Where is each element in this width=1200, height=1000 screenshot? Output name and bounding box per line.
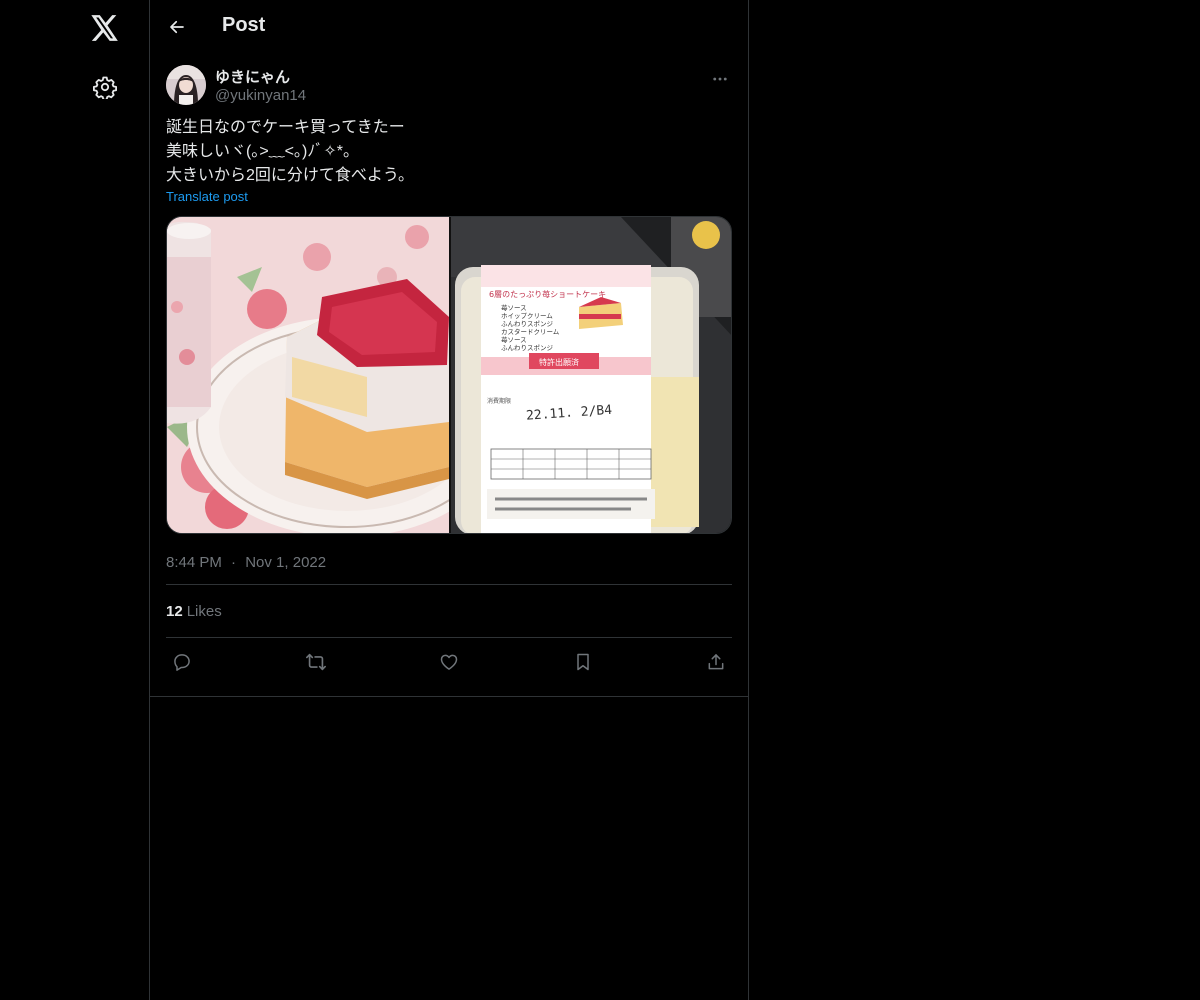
x-logo-icon[interactable]: [88, 11, 122, 45]
post-article: ゆきにゃん @yukinyan14 誕生日なのでケーキ買ってきたー 美味しいヾ(…: [150, 54, 748, 697]
translate-post-link[interactable]: Translate post: [166, 189, 248, 204]
post-text-line: 誕生日なのでケーキ買ってきたー: [166, 119, 405, 136]
reply-icon[interactable]: [170, 650, 194, 674]
post-text-line: 大きいから2回に分けて食べよう。: [166, 167, 414, 184]
app-window: Post ゆきにゃん @yukinyan14 誕生日なのでケーキ買ってきたー 美…: [0, 0, 1200, 1000]
label-layer: ホイップクリーム: [501, 312, 553, 320]
post-time: 8:44 PM: [166, 554, 222, 571]
post-date: Nov 1, 2022: [245, 554, 327, 571]
repost-icon[interactable]: [304, 650, 328, 674]
media-grid: 6層のたっぷり苺ショートケーキ 苺ソース ホイップクリーム ふんわりスポンジ カ…: [166, 216, 732, 534]
author-handle[interactable]: @yukinyan14: [215, 87, 306, 104]
left-nav: [0, 0, 150, 1000]
page-header: Post: [150, 0, 748, 54]
action-bar: [166, 638, 732, 686]
photo-cake-package[interactable]: 6層のたっぷり苺ショートケーキ 苺ソース ホイップクリーム ふんわりスポンジ カ…: [451, 217, 731, 533]
main-column: Post ゆきにゃん @yukinyan14 誕生日なのでケーキ買ってきたー 美…: [150, 0, 749, 1000]
label-expiry-caption: 消費期限: [487, 397, 511, 405]
author-row: ゆきにゃん @yukinyan14: [166, 54, 732, 110]
label-layer: ふんわりスポンジ: [501, 344, 554, 352]
page-title: Post: [222, 14, 266, 36]
likes-summary[interactable]: 12 Likes: [166, 585, 732, 637]
author-display-name[interactable]: ゆきにゃん: [215, 66, 290, 87]
label-patent: 特許出願済: [539, 357, 579, 367]
share-icon[interactable]: [704, 650, 728, 674]
likes-count: 12: [166, 602, 183, 620]
label-layer: カスタードクリーム: [501, 327, 560, 336]
likes-label[interactable]: Likes: [187, 603, 222, 620]
post-timestamp[interactable]: 8:44 PM · Nov 1, 2022: [166, 554, 732, 584]
post-text-line: 美味しいヾ(｡>﹏<｡)ﾉﾞ✧*。: [166, 143, 359, 160]
more-horizontal-icon[interactable]: [708, 67, 732, 91]
label-title: 6層のたっぷり苺ショートケーキ: [489, 289, 606, 299]
avatar[interactable]: [166, 65, 206, 105]
photo-cake-slice[interactable]: [167, 217, 507, 533]
gear-icon[interactable]: [90, 72, 120, 102]
label-layer: ふんわりスポンジ: [501, 320, 554, 328]
like-icon[interactable]: [437, 650, 461, 674]
label-layer: 苺ソース: [501, 335, 527, 344]
meta-separator: ·: [231, 554, 237, 571]
bookmark-icon[interactable]: [571, 650, 595, 674]
label-layer: 苺ソース: [501, 303, 527, 312]
post-text: 誕生日なのでケーキ買ってきたー 美味しいヾ(｡>﹏<｡)ﾉﾞ✧*。 大きいから2…: [166, 116, 732, 188]
arrow-left-icon[interactable]: [162, 12, 192, 42]
